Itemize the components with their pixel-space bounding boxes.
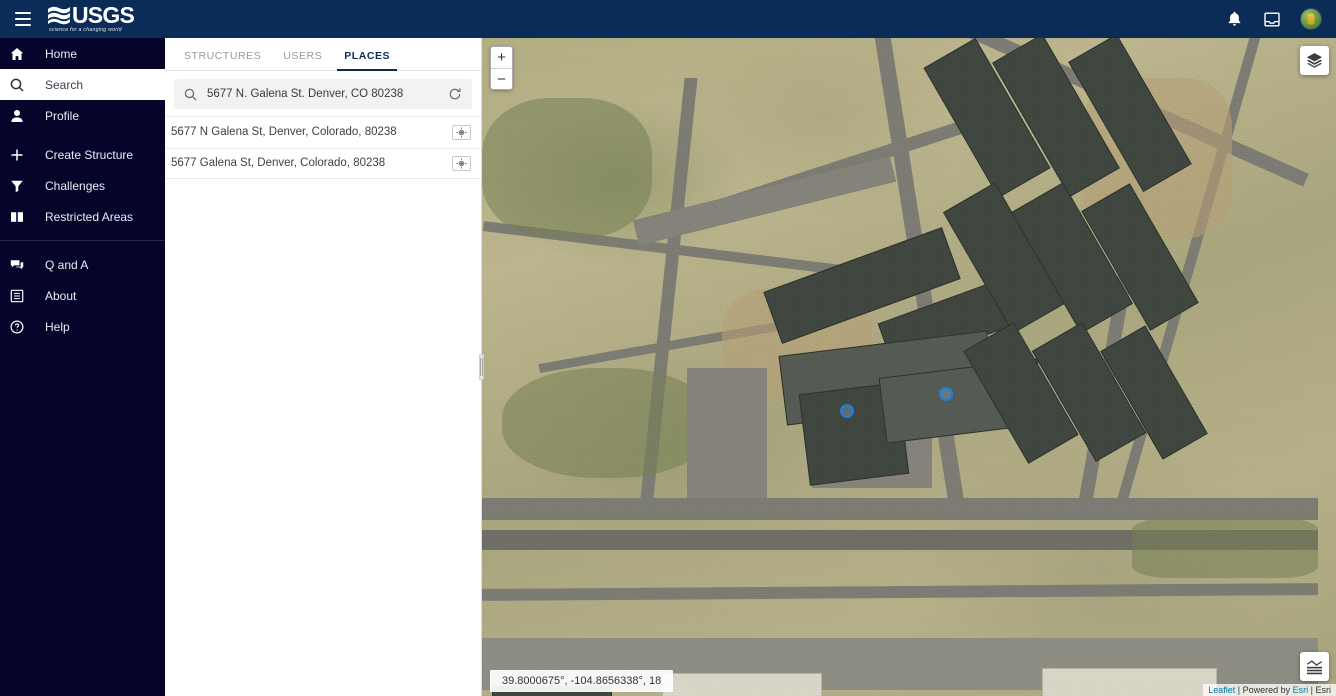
map-book-icon [10, 210, 36, 224]
sidebar-label-challenges: Challenges [45, 178, 106, 193]
panel-tabs: STRUCTURES USERS PLACES [165, 38, 481, 71]
chat-bubbles-icon [10, 258, 36, 272]
person-icon [10, 109, 36, 123]
map-canvas[interactable]: + − 39.8000675°, -104.8656338°, 18 Leafl… [482, 38, 1336, 696]
search-results: 5677 N Galena St, Denver, Colorado, 8023… [165, 116, 481, 179]
sidebar-label-help: Help [45, 319, 70, 334]
app-header: USGS science for a changing world [0, 0, 1336, 38]
tab-structures[interactable]: STRUCTURES [173, 50, 272, 70]
sidebar-divider [0, 240, 165, 241]
avatar[interactable] [1300, 8, 1322, 30]
funnel-icon [10, 179, 36, 193]
result-label: 5677 N Galena St, Denver, Colorado, 8023… [171, 126, 397, 139]
header-actions [1224, 8, 1322, 30]
app-root: USGS science for a changing world Home S… [0, 0, 1336, 696]
zoom-in-button[interactable]: + [491, 47, 512, 68]
search-box[interactable] [174, 79, 472, 109]
sidebar-item-search[interactable]: Search [0, 69, 165, 100]
result-label: 5677 Galena St, Denver, Colorado, 80238 [171, 157, 386, 170]
plus-icon [10, 148, 36, 162]
map-attribution: Leaflet | Powered by Esri | Esri [1203, 684, 1336, 696]
sidebar-label-home: Home [45, 46, 78, 61]
search-bar-container [165, 71, 481, 116]
sidebar-item-q-and-a[interactable]: Q and A [0, 249, 165, 280]
sidebar-gap-1 [0, 131, 165, 139]
usgs-wave-icon [48, 6, 70, 24]
search-icon [184, 88, 197, 101]
sidebar: Home Search Profile Create Structure Cha… [0, 38, 165, 696]
search-panel: STRUCTURES USERS PLACES 5677 N. Galena S… [165, 38, 484, 696]
question-circle-icon [10, 319, 36, 334]
sidebar-item-home[interactable]: Home [0, 38, 165, 69]
leaflet-link[interactable]: Leaflet [1208, 685, 1235, 695]
sidebar-item-about[interactable]: About [0, 280, 165, 311]
usgs-logo-top: USGS [48, 1, 135, 28]
sidebar-label-create-structure: Create Structure [45, 147, 134, 162]
sidebar-item-create-structure[interactable]: Create Structure [0, 139, 165, 170]
zoom-out-button[interactable]: − [491, 68, 512, 89]
sidebar-label-profile: Profile [45, 108, 80, 123]
usgs-tagline: science for a changing world [49, 26, 122, 33]
locate-target-icon[interactable] [452, 124, 471, 140]
home-icon [10, 47, 36, 61]
sidebar-label-q-and-a: Q and A [45, 257, 89, 272]
attribution-sep-2: | [1308, 685, 1316, 695]
result-row[interactable]: 5677 N Galena St, Denver, Colorado, 8023… [165, 116, 481, 148]
refresh-icon[interactable] [447, 87, 463, 101]
locate-target-icon[interactable] [452, 155, 471, 171]
sidebar-item-challenges[interactable]: Challenges [0, 170, 165, 201]
imagery-texture [482, 38, 1336, 696]
usgs-logo[interactable]: USGS science for a changing world [44, 1, 135, 36]
sidebar-item-profile[interactable]: Profile [0, 100, 165, 131]
bell-icon[interactable] [1224, 9, 1244, 29]
satellite-imagery [482, 38, 1336, 696]
panel-resize-handle[interactable] [476, 38, 486, 696]
search-input[interactable] [207, 88, 447, 100]
tab-users[interactable]: USERS [272, 50, 333, 70]
resize-grip-icon [478, 354, 484, 380]
result-row[interactable]: 5677 Galena St, Denver, Colorado, 80238 [165, 147, 481, 179]
sidebar-item-help[interactable]: Help [0, 311, 165, 342]
attribution-esri-text: Esri [1315, 685, 1332, 695]
layers-button[interactable] [1300, 46, 1329, 75]
map-zoom-control: + − [490, 46, 513, 90]
elevation-profile-icon [1306, 659, 1323, 674]
search-icon [10, 78, 36, 92]
inbox-icon[interactable] [1262, 9, 1282, 29]
esri-link[interactable]: Esri [1293, 685, 1309, 695]
sidebar-label-about: About [45, 288, 77, 303]
elevation-profile-button[interactable] [1300, 652, 1329, 681]
app-body: Home Search Profile Create Structure Cha… [0, 38, 1336, 696]
map-marker-2[interactable] [939, 387, 953, 401]
usgs-wordmark: USGS [72, 1, 135, 28]
list-card-icon [10, 289, 36, 303]
map-marker-1[interactable] [840, 404, 854, 418]
layers-icon [1306, 53, 1323, 68]
coordinates-readout: 39.8000675°, -104.8656338°, 18 [490, 670, 674, 692]
sidebar-label-search: Search [45, 77, 84, 92]
sidebar-item-restricted-areas[interactable]: Restricted Areas [0, 201, 165, 232]
hamburger-icon[interactable] [10, 6, 36, 32]
attribution-powered-by: Powered by [1242, 685, 1293, 695]
tab-places[interactable]: PLACES [333, 50, 401, 71]
sidebar-label-restricted-areas: Restricted Areas [45, 209, 134, 224]
attribution-sep-1: | [1235, 685, 1243, 695]
